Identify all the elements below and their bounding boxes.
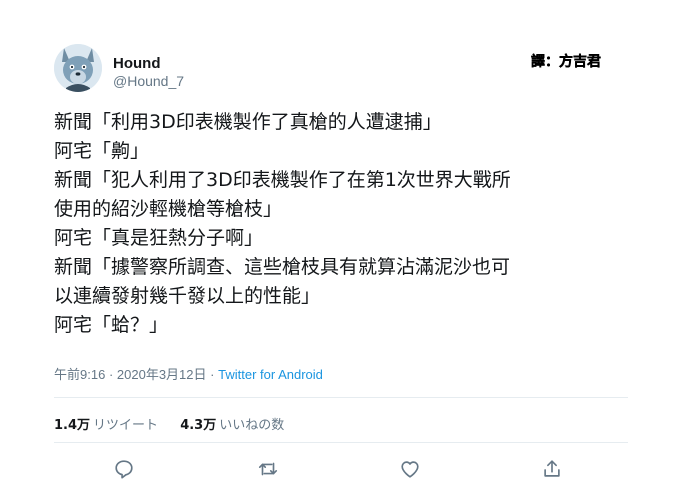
tweet-source-link[interactable]: Twitter for Android xyxy=(218,367,323,382)
tweet-line: 新聞「據警察所調查、這些槍枝具有就算沾滿泥沙也可 xyxy=(54,256,511,278)
tweet-time[interactable]: 午前9:16 xyxy=(54,367,105,382)
avatar[interactable] xyxy=(54,44,102,92)
divider xyxy=(54,442,628,443)
likes-stat[interactable]: 4.3万 いいねの数 xyxy=(180,418,284,433)
tweet-line: 阿宅「蛤？」 xyxy=(54,314,169,336)
wolf-avatar-icon xyxy=(54,44,102,92)
tweet-line: 阿宅「齁」 xyxy=(54,140,150,162)
retweets-stat[interactable]: 1.4万 リツイート xyxy=(54,418,162,433)
tweet-meta: 午前9:16 · 2020年3月12日 · Twitter for Androi… xyxy=(54,364,323,383)
tweet-line: 阿宅「真是狂熱分子啊」 xyxy=(54,227,264,249)
retweet-button[interactable] xyxy=(257,458,279,480)
tweet-date[interactable]: 2020年3月12日 xyxy=(117,367,207,382)
tweet-line: 使用的紹沙輕機槍等槍枝」 xyxy=(54,198,283,220)
share-icon xyxy=(544,460,560,477)
likes-count: 4.3万 xyxy=(180,418,217,433)
meta-separator: · xyxy=(210,367,215,382)
translator-mark: 譯：方吉君 xyxy=(531,54,601,70)
share-button[interactable] xyxy=(541,458,563,480)
tweet-line: 新聞「利用3D印表機製作了真槍的人遭逮捕」 xyxy=(54,111,442,133)
retweets-label: リツイート xyxy=(93,418,159,433)
action-bar xyxy=(0,458,674,484)
meta-separator: · xyxy=(108,367,114,382)
tweet-text: 新聞「利用3D印表機製作了真槍的人遭逮捕」 阿宅「齁」 新聞「犯人利用了3D印表… xyxy=(54,108,644,340)
tweet-stats: 1.4万 リツイート 4.3万 いいねの数 xyxy=(54,414,302,433)
tweet-line: 新聞「犯人利用了3D印表機製作了在第1次世界大戰所 xyxy=(54,169,511,191)
reply-icon xyxy=(115,460,133,479)
tweet-line: 以連續發射幾千發以上的性能」 xyxy=(54,285,321,307)
like-button[interactable] xyxy=(399,458,421,480)
display-name[interactable]: Hound xyxy=(113,55,160,72)
user-handle[interactable]: @Hound_7 xyxy=(113,73,184,89)
reply-button[interactable] xyxy=(113,458,135,480)
likes-label: いいねの数 xyxy=(219,418,285,433)
divider xyxy=(54,397,628,398)
retweets-count: 1.4万 xyxy=(54,418,91,433)
retweet-icon xyxy=(258,462,278,476)
like-icon xyxy=(401,461,419,478)
